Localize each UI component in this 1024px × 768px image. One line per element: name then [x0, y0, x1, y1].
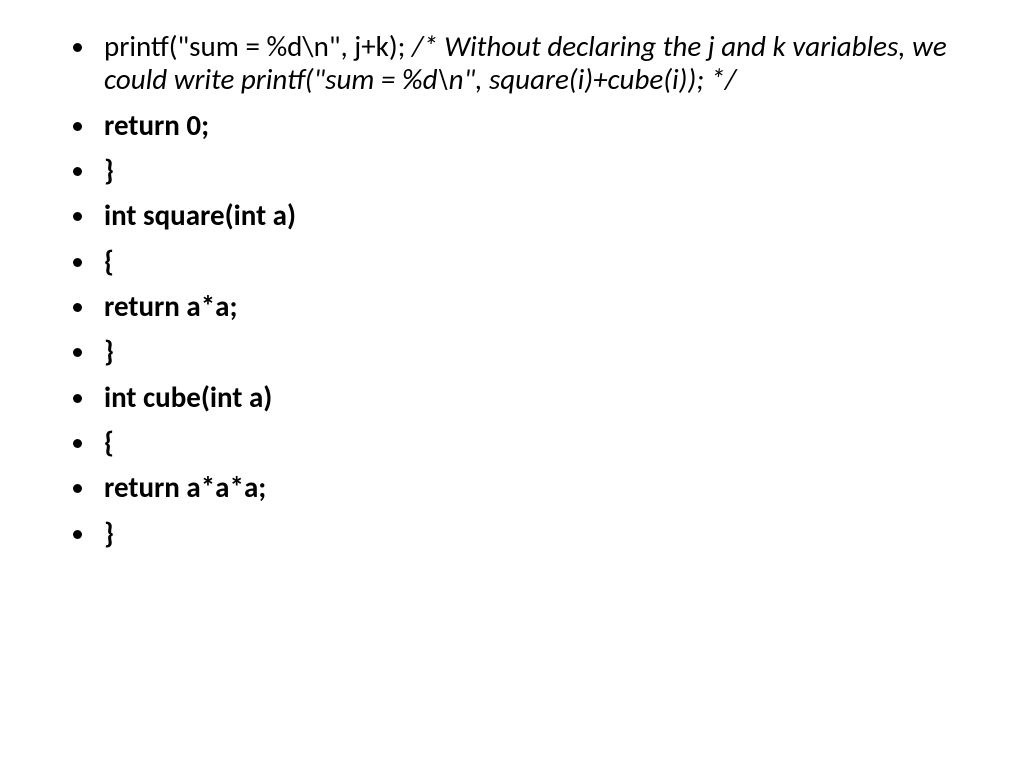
slide-content: printf("sum = %d\n", j+k); /* Without de…: [0, 0, 1024, 592]
code-text: }: [104, 152, 114, 188]
list-item: int cube(int a): [98, 381, 974, 414]
list-item: return a*a*a;: [98, 471, 974, 504]
list-item: }: [98, 517, 974, 550]
list-item: return 0;: [98, 109, 974, 142]
code-text: {: [104, 424, 114, 460]
code-list: printf("sum = %d\n", j+k); /* Without de…: [50, 30, 974, 550]
list-item: return a*a;: [98, 290, 974, 323]
code-text: {: [104, 243, 114, 279]
code-text: int square(int a): [104, 197, 296, 233]
list-item: {: [98, 426, 974, 459]
code-text: }: [104, 515, 114, 551]
list-item: }: [98, 335, 974, 368]
code-text: printf("sum = %d\n", j+k);: [104, 28, 412, 64]
list-item: {: [98, 245, 974, 278]
code-text: return a*a;: [104, 288, 238, 324]
code-text: }: [104, 333, 114, 369]
list-item: }: [98, 154, 974, 187]
code-text: return 0;: [104, 107, 209, 143]
code-text: return a*a*a;: [104, 469, 266, 505]
list-item: printf("sum = %d\n", j+k); /* Without de…: [98, 30, 974, 97]
list-item: int square(int a): [98, 199, 974, 232]
code-text: int cube(int a): [104, 379, 272, 415]
